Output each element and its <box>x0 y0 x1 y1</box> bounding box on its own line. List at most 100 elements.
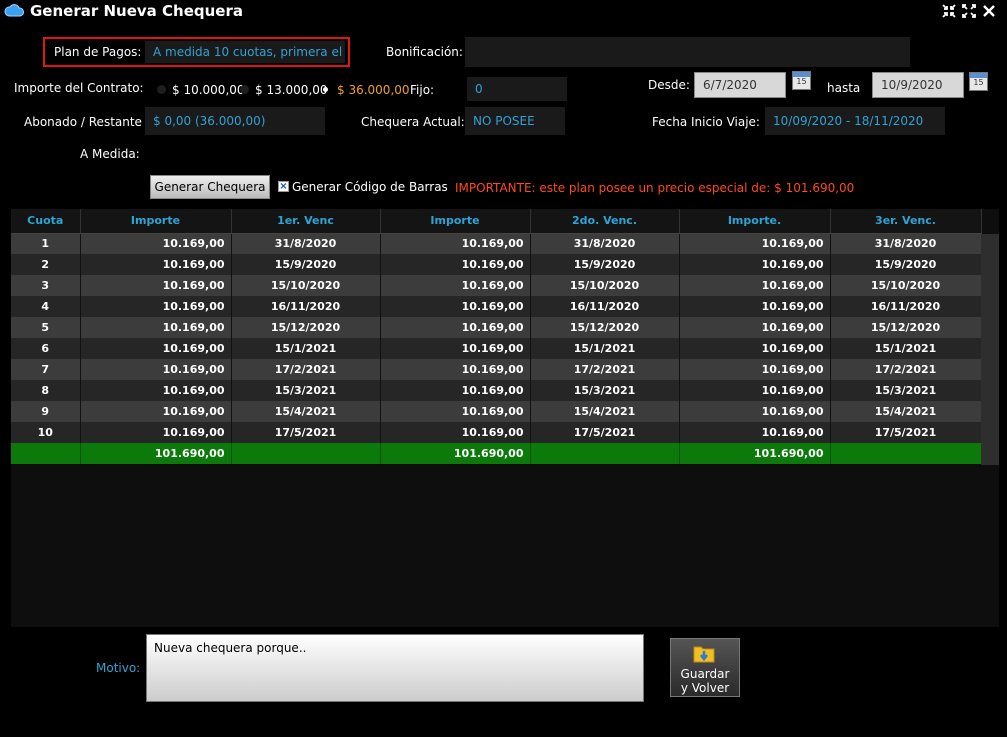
table-body: 1 10.169,00 31/8/2020 10.169,00 31/8/2020 10.… <box>11 233 982 464</box>
table-row[interactable]: 4 10.169,00 16/11/2020 10.169,00 16/11/2020 1… <box>11 296 982 317</box>
table-cell: 10.169,00 <box>380 254 531 275</box>
generar-chequera-button[interactable]: Generar Chequera <box>150 175 270 199</box>
total-cell <box>830 443 982 464</box>
motivo-label: Motivo: <box>96 661 141 675</box>
table-row[interactable]: 7 10.169,00 17/2/2021 10.169,00 17/2/2021 10.… <box>11 359 982 380</box>
column-header[interactable]: Importe. <box>679 209 831 234</box>
calendar-icon[interactable]: 15 <box>969 72 988 91</box>
table-cell: 31/8/2020 <box>530 233 680 254</box>
table-cell: 10.169,00 <box>679 401 831 422</box>
cuotas-table: Cuota Importe 1er. Venc Importe 2do. Venc. Im… <box>11 209 982 464</box>
calendar-day: 15 <box>796 77 807 86</box>
table-cell: 31/8/2020 <box>231 233 381 254</box>
hasta-label: hasta <box>827 81 861 95</box>
table-cell: 10.169,00 <box>80 233 232 254</box>
window-title: Generar Nueva Chequera <box>30 2 243 20</box>
table-cell: 10.169,00 <box>380 338 531 359</box>
desde-date-input[interactable]: 6/7/2020 <box>694 72 786 98</box>
total-cell: 101.690,00 <box>80 443 232 464</box>
table-cell: 10.169,00 <box>80 296 232 317</box>
warning-message: IMPORTANTE: este plan posee un precio es… <box>455 181 855 195</box>
table-cell: 10.169,00 <box>679 338 831 359</box>
importe-radio-2[interactable] <box>240 85 249 94</box>
column-header[interactable]: 1er. Venc <box>231 209 381 234</box>
table-row[interactable]: 9 10.169,00 15/4/2021 10.169,00 15/4/2021 10.… <box>11 401 982 422</box>
table-cell: 15/10/2020 <box>830 275 982 296</box>
table-row[interactable]: 10 10.169,00 17/5/2021 10.169,00 17/5/2021 10… <box>11 422 982 443</box>
motivo-textarea[interactable]: Nueva chequera porque.. <box>146 634 644 702</box>
table-cell: 15/4/2021 <box>830 401 982 422</box>
table-cell: 15/12/2020 <box>830 317 982 338</box>
total-row: 101.690,00 101.690,00 101.690,00 <box>11 443 982 464</box>
table-cell: 10.169,00 <box>380 296 531 317</box>
table-cell: 10.169,00 <box>80 254 232 275</box>
table-cell: 15/12/2020 <box>231 317 381 338</box>
importe-radio-1[interactable] <box>157 85 166 94</box>
table-cell: 8 <box>11 380 81 401</box>
table-row[interactable]: 1 10.169,00 31/8/2020 10.169,00 31/8/2020 10.… <box>11 233 982 254</box>
folder-save-icon <box>693 646 715 663</box>
table-row[interactable]: 2 10.169,00 15/9/2020 10.169,00 15/9/2020 10.… <box>11 254 982 275</box>
total-cell <box>231 443 381 464</box>
table-cell: 15/10/2020 <box>231 275 381 296</box>
table-cell: 10.169,00 <box>80 422 232 443</box>
table-cell: 10.169,00 <box>380 401 531 422</box>
barcode-label[interactable]: Generar Código de Barras <box>292 180 448 194</box>
bonificacion-field[interactable] <box>465 37 910 67</box>
table-row[interactable]: 8 10.169,00 15/3/2021 10.169,00 15/3/2021 10.… <box>11 380 982 401</box>
table-cell: 9 <box>11 401 81 422</box>
column-header[interactable]: Cuota <box>11 209 81 234</box>
table-cell: 5 <box>11 317 81 338</box>
column-header[interactable]: 3er. Venc. <box>830 209 982 234</box>
chequera-actual-field: NO POSEE <box>465 107 565 135</box>
importe-option-2[interactable]: $ 13.000,00 <box>255 83 328 97</box>
calendar-icon[interactable]: 15 <box>792 71 811 90</box>
table-row[interactable]: 5 10.169,00 15/12/2020 10.169,00 15/12/2020 1… <box>11 317 982 338</box>
hasta-date-input[interactable]: 10/9/2020 <box>872 72 964 98</box>
column-header[interactable]: Importe <box>380 209 531 234</box>
table-cell: 10.169,00 <box>80 338 232 359</box>
total-cell <box>530 443 680 464</box>
importe-label: Importe del Contrato: <box>14 81 144 95</box>
table-cell: 10.169,00 <box>679 380 831 401</box>
fecha-inicio-label: Fecha Inicio Viaje: <box>652 115 760 129</box>
table-cell: 15/4/2021 <box>530 401 680 422</box>
close-icon[interactable] <box>981 3 997 19</box>
calendar-day: 15 <box>973 78 984 87</box>
table-cell: 10.169,00 <box>80 359 232 380</box>
restore-icon[interactable] <box>941 3 957 19</box>
table-cell: 15/3/2021 <box>231 380 381 401</box>
total-cell: 101.690,00 <box>380 443 531 464</box>
table-row[interactable]: 6 10.169,00 15/1/2021 10.169,00 15/1/2021 10.… <box>11 338 982 359</box>
table-cell: 10.169,00 <box>80 401 232 422</box>
barcode-checkbox[interactable]: × <box>278 181 289 192</box>
table-cell: 15/3/2021 <box>830 380 982 401</box>
plan-de-pagos-field[interactable]: A medida 10 cuotas, primera el <box>145 41 345 63</box>
fijo-label: Fijo: <box>410 83 435 97</box>
table-cell: 10.169,00 <box>380 380 531 401</box>
column-header[interactable]: Importe <box>80 209 232 234</box>
table-cell: 7 <box>11 359 81 380</box>
table-cell: 15/4/2021 <box>231 401 381 422</box>
table-row[interactable]: 3 10.169,00 15/10/2020 10.169,00 15/10/2020 1… <box>11 275 982 296</box>
table-cell: 17/2/2021 <box>530 359 680 380</box>
table-cell: 10.169,00 <box>380 233 531 254</box>
table-cell: 10.169,00 <box>679 422 831 443</box>
table-cell: 15/1/2021 <box>231 338 381 359</box>
table-cell: 10.169,00 <box>380 422 531 443</box>
table-cell: 16/11/2020 <box>830 296 982 317</box>
importe-option-1[interactable]: $ 10.000,00 <box>172 83 245 97</box>
table-cell: 1 <box>11 233 81 254</box>
table-cell: 10.169,00 <box>80 275 232 296</box>
table-cell: 4 <box>11 296 81 317</box>
abonado-label: Abonado / Restante <box>24 115 142 129</box>
table-cell: 10.169,00 <box>80 380 232 401</box>
column-header[interactable]: 2do. Venc. <box>530 209 680 234</box>
fijo-field[interactable]: 0 <box>467 77 567 101</box>
guardar-y-volver-button[interactable]: Guardar y Volver <box>670 638 740 697</box>
importe-radio-3-selected[interactable] <box>323 87 328 92</box>
maximize-icon[interactable] <box>961 3 977 19</box>
table-cell: 15/1/2021 <box>530 338 680 359</box>
importe-option-3[interactable]: $ 36.000,00 <box>337 83 410 97</box>
table-cell: 17/2/2021 <box>830 359 982 380</box>
